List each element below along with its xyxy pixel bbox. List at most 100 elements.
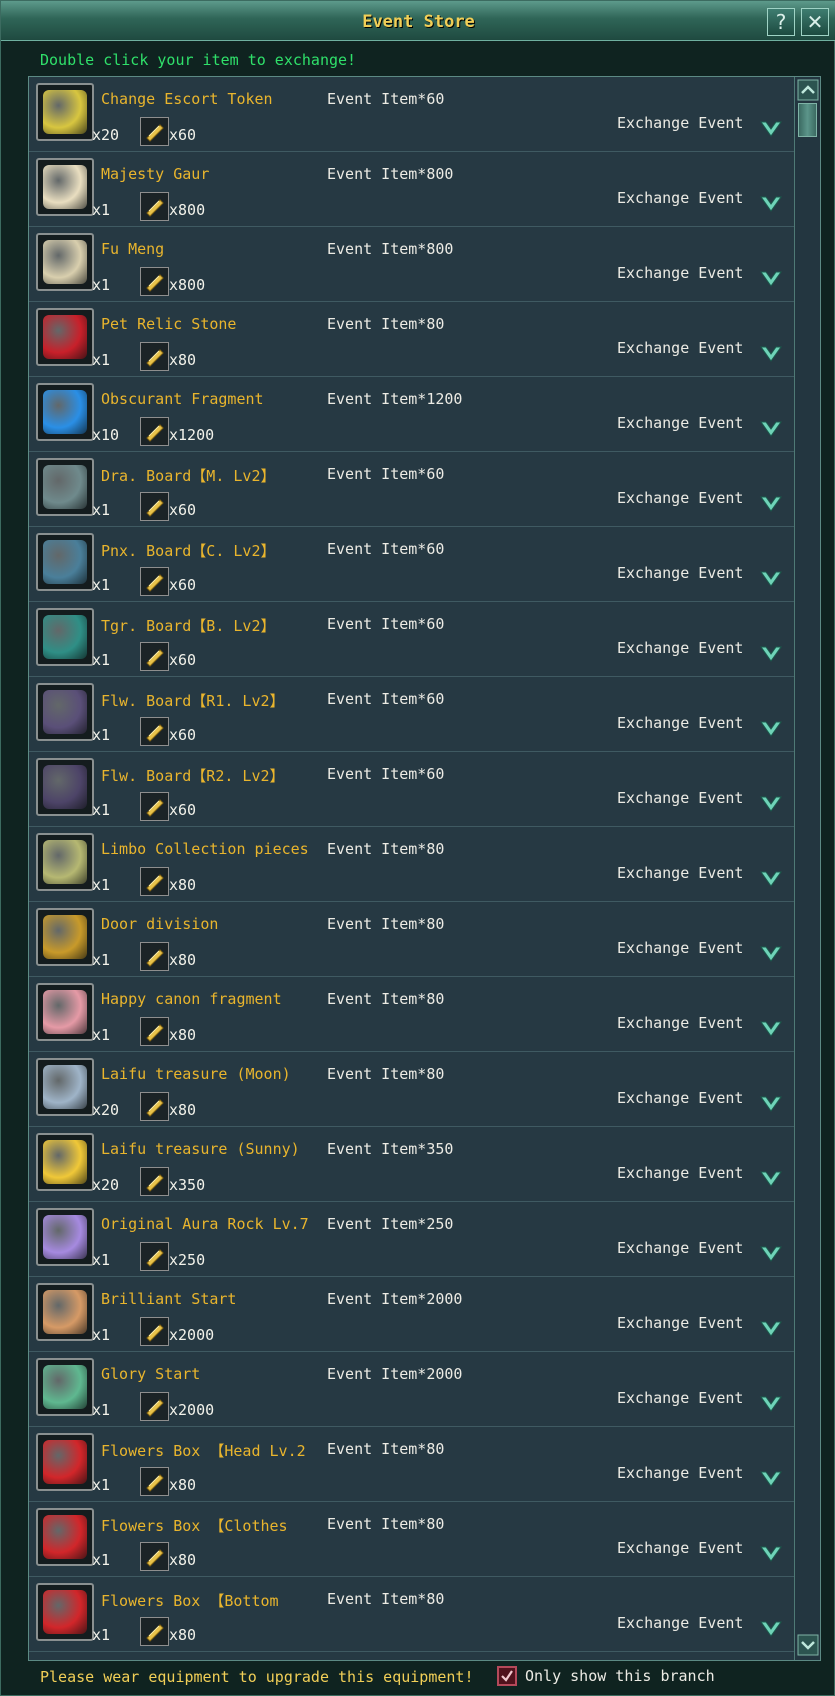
- item-row[interactable]: Happy canon fragment Event Item*80 x1 x80 Ex…: [29, 977, 794, 1052]
- chevron-down-icon[interactable]: [759, 640, 783, 664]
- item-row[interactable]: Flowers Box 【Head Lv.2 Event Item*80 x1 x80…: [29, 1427, 794, 1502]
- relic-stone-icon[interactable]: [36, 308, 94, 366]
- ring-icon[interactable]: [36, 1283, 94, 1341]
- exchange-event-label[interactable]: Exchange Event: [617, 639, 743, 657]
- token-icon[interactable]: [36, 83, 94, 141]
- chevron-down-icon[interactable]: [759, 715, 783, 739]
- item-row[interactable]: Original Aura Rock Lv.7 Event Item*250 x1 x…: [29, 1202, 794, 1277]
- exchange-event-label[interactable]: Exchange Event: [617, 1089, 743, 1107]
- chevron-down-icon[interactable]: [759, 1015, 783, 1039]
- chevron-down-icon[interactable]: [759, 1540, 783, 1564]
- scrollbar[interactable]: [794, 77, 820, 1660]
- close-button[interactable]: ✕: [801, 8, 829, 36]
- gift-box-icon[interactable]: [36, 1433, 94, 1491]
- exchange-event-label[interactable]: Exchange Event: [617, 189, 743, 207]
- chevron-down-icon[interactable]: [759, 340, 783, 364]
- exchange-event-label[interactable]: Exchange Event: [617, 1164, 743, 1182]
- item-row[interactable]: Change Escort Token Event Item*60 x20 x60 Ex…: [29, 77, 794, 152]
- exchange-event-label[interactable]: Exchange Event: [617, 564, 743, 582]
- board-icon[interactable]: [36, 608, 94, 666]
- item-row[interactable]: Flw. Board【R2. Lv2】 Event Item*60 x1 x60 Exc…: [29, 752, 794, 827]
- item-row[interactable]: Limbo Collection pieces Event Item*80 x1 x8…: [29, 827, 794, 902]
- gift-box-icon[interactable]: [36, 1508, 94, 1566]
- exchange-event-label[interactable]: Exchange Event: [617, 489, 743, 507]
- item-quantity: x10: [92, 426, 120, 444]
- exchange-event-label[interactable]: Exchange Event: [617, 414, 743, 432]
- gift-box-icon[interactable]: [36, 1583, 94, 1641]
- chevron-down-icon[interactable]: [759, 940, 783, 964]
- scroll-down-arrow-icon[interactable]: [797, 1634, 819, 1656]
- exchange-event-label[interactable]: Exchange Event: [617, 939, 743, 957]
- exchange-event-label[interactable]: Exchange Event: [617, 1014, 743, 1032]
- scroll-icon[interactable]: [36, 1058, 94, 1116]
- item-row[interactable]: Obscurant Fragment Event Item*1200 x10 x120…: [29, 377, 794, 452]
- chevron-down-icon[interactable]: [759, 415, 783, 439]
- help-button[interactable]: ?: [767, 8, 795, 36]
- item-row[interactable]: Flowers Box 【Clothes Event Item*80 x1 x80 Ex…: [29, 1502, 794, 1577]
- chevron-down-icon[interactable]: [759, 265, 783, 289]
- chevron-down-icon[interactable]: [759, 1315, 783, 1339]
- exchange-event-label[interactable]: Exchange Event: [617, 1539, 743, 1557]
- crystal-icon[interactable]: [36, 383, 94, 441]
- chevron-down-icon[interactable]: [759, 490, 783, 514]
- board-icon[interactable]: [36, 683, 94, 741]
- title-bar[interactable]: Event Store ? ✕: [1, 1, 835, 41]
- item-row[interactable]: Dra. Board【M. Lv2】 Event Item*60 x1 x60 Exch…: [29, 452, 794, 527]
- pieces-icon[interactable]: [36, 833, 94, 891]
- book-icon[interactable]: [36, 908, 94, 966]
- only-show-branch-checkbox[interactable]: [497, 1666, 517, 1686]
- item-quantity: x1: [92, 801, 111, 819]
- chevron-down-icon[interactable]: [759, 865, 783, 889]
- exchange-event-label[interactable]: Exchange Event: [617, 1314, 743, 1332]
- item-row[interactable]: Fu Meng Event Item*800 x1 x800 Exchange Even…: [29, 227, 794, 302]
- board-icon[interactable]: [36, 533, 94, 591]
- mount-icon[interactable]: [36, 158, 94, 216]
- exchange-event-label[interactable]: Exchange Event: [617, 114, 743, 132]
- ring-icon[interactable]: [36, 1358, 94, 1416]
- chevron-down-icon[interactable]: [759, 1240, 783, 1264]
- exchange-event-label[interactable]: Exchange Event: [617, 339, 743, 357]
- chevron-down-icon[interactable]: [759, 1465, 783, 1489]
- fragment-icon[interactable]: [36, 983, 94, 1041]
- item-cost: Event Item*800: [327, 165, 454, 183]
- exchange-event-label[interactable]: Exchange Event: [617, 789, 743, 807]
- item-row[interactable]: Laifu treasure (Moon) Event Item*80 x20 x80…: [29, 1052, 794, 1127]
- chevron-down-icon[interactable]: [759, 790, 783, 814]
- scroll-up-arrow-icon[interactable]: [797, 79, 819, 101]
- orb-icon[interactable]: [36, 1208, 94, 1266]
- exchange-event-label[interactable]: Exchange Event: [617, 1389, 743, 1407]
- item-row[interactable]: Majesty Gaur Event Item*800 x1 x800 Exchange…: [29, 152, 794, 227]
- chevron-down-icon[interactable]: [759, 190, 783, 214]
- exchange-event-label[interactable]: Exchange Event: [617, 1614, 743, 1632]
- item-list-panel: Change Escort Token Event Item*60 x20 x60 Ex…: [28, 76, 821, 1661]
- item-row[interactable]: Tgr. Board【B. Lv2】 Event Item*60 x1 x60 Exch…: [29, 602, 794, 677]
- item-row[interactable]: Pet Relic Stone Event Item*80 x1 x80 Exchang…: [29, 302, 794, 377]
- icon-art: [43, 840, 87, 884]
- exchange-event-label[interactable]: Exchange Event: [617, 864, 743, 882]
- exchange-event-label[interactable]: Exchange Event: [617, 1239, 743, 1257]
- board-icon[interactable]: [36, 458, 94, 516]
- item-row[interactable]: Door division Event Item*80 x1 x80 Exchange …: [29, 902, 794, 977]
- item-row[interactable]: Brilliant Start Event Item*2000 x1 x2000 Exc…: [29, 1277, 794, 1352]
- chevron-down-icon[interactable]: [759, 115, 783, 139]
- board-icon[interactable]: [36, 758, 94, 816]
- chevron-down-icon[interactable]: [759, 565, 783, 589]
- exchange-event-label[interactable]: Exchange Event: [617, 1464, 743, 1482]
- item-quantity: x1: [92, 876, 111, 894]
- mount-icon[interactable]: [36, 233, 94, 291]
- ticket-count: x80: [169, 351, 197, 369]
- exchange-event-label[interactable]: Exchange Event: [617, 714, 743, 732]
- item-name: Tgr. Board【B. Lv2】: [101, 617, 276, 635]
- scroll-icon[interactable]: [36, 1133, 94, 1191]
- chevron-down-icon[interactable]: [759, 1615, 783, 1639]
- chevron-down-icon[interactable]: [759, 1090, 783, 1114]
- chevron-down-icon[interactable]: [759, 1390, 783, 1414]
- item-row[interactable]: Flowers Box 【Bottom Event Item*80 x1 x80 Exc…: [29, 1577, 794, 1652]
- item-row[interactable]: Flw. Board【R1. Lv2】 Event Item*60 x1 x60 Exc…: [29, 677, 794, 752]
- exchange-event-label[interactable]: Exchange Event: [617, 264, 743, 282]
- item-row[interactable]: Laifu treasure (Sunny) Event Item*350 x20 x…: [29, 1127, 794, 1202]
- chevron-down-icon[interactable]: [759, 1165, 783, 1189]
- item-row[interactable]: Pnx. Board【C. Lv2】 Event Item*60 x1 x60 Exch…: [29, 527, 794, 602]
- item-row[interactable]: Glory Start Event Item*2000 x1 x2000 Exchang…: [29, 1352, 794, 1427]
- scroll-thumb[interactable]: [798, 103, 817, 137]
